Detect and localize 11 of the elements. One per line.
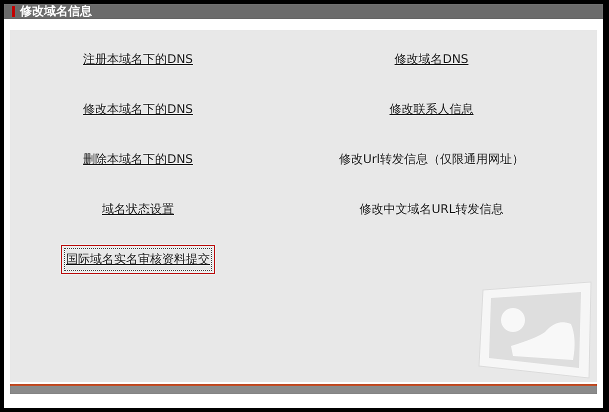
menu-link[interactable]: 修改域名DNS [394, 50, 468, 68]
marker-icon [12, 6, 15, 17]
menu-link[interactable]: 修改联系人信息 [390, 100, 474, 118]
menu-link[interactable]: 注册本域名下的DNS [83, 50, 193, 68]
page-title: 修改域名信息 [20, 4, 92, 19]
menu-link[interactable]: 修改本域名下的DNS [83, 100, 193, 118]
info-label: 修改中文域名URL转发信息 [360, 200, 504, 218]
menu-link[interactable]: 国际域名实名审核资料提交 [61, 244, 215, 274]
info-label: 修改Url转发信息（仅限通用网址） [338, 150, 524, 168]
menu-link[interactable]: 域名状态设置 [102, 200, 174, 218]
menu-link[interactable]: 删除本域名下的DNS [83, 150, 193, 168]
